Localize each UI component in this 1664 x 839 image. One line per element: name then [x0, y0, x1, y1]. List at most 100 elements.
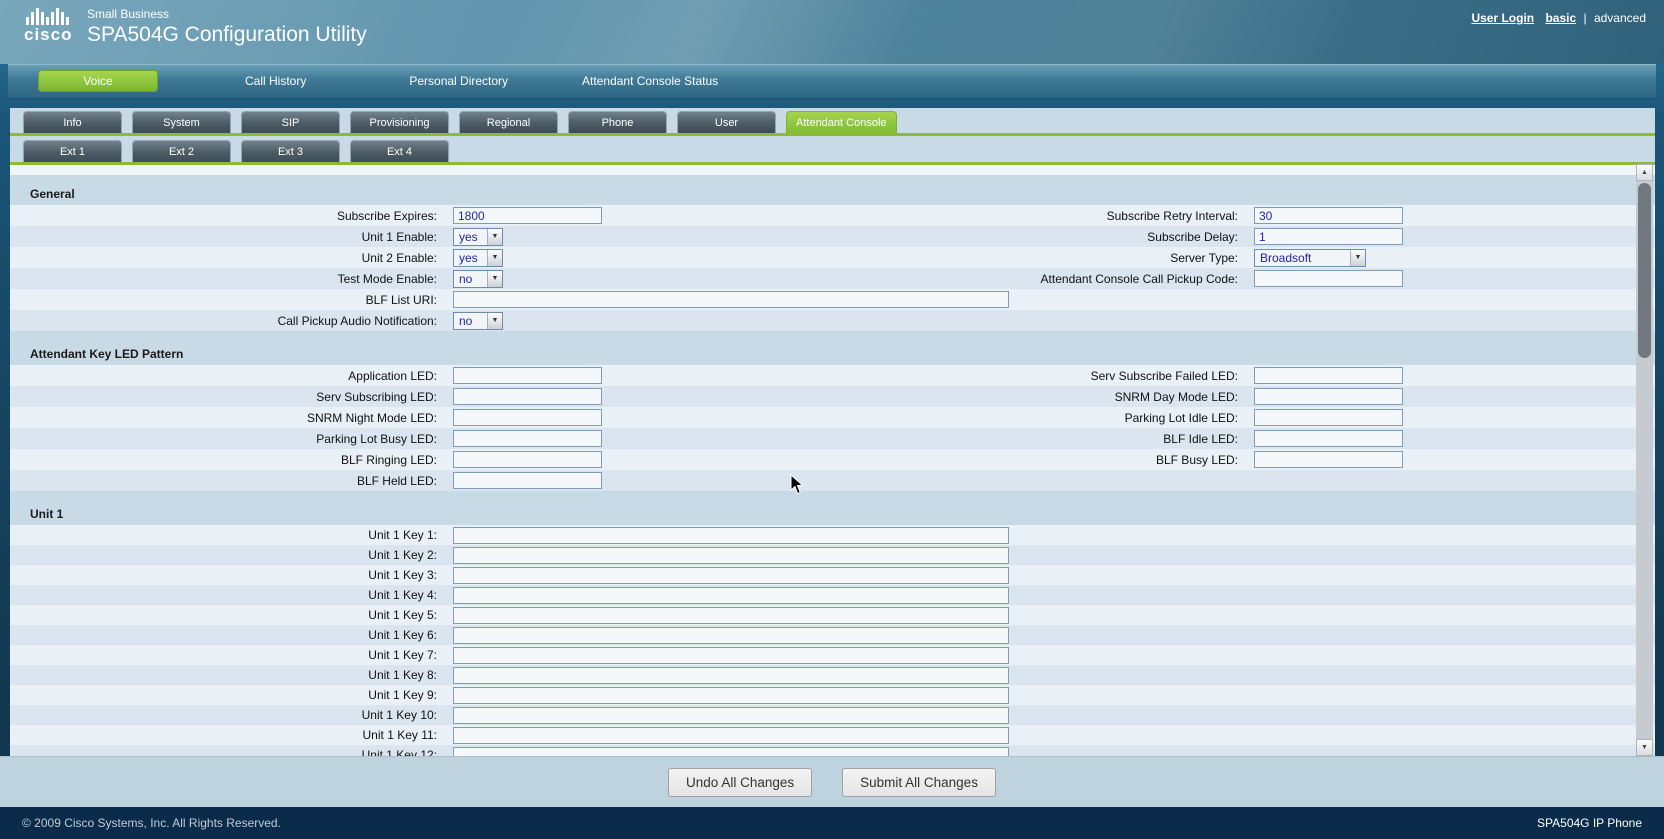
section-title-general: General: [10, 183, 1655, 205]
section-title-unit-1: Unit 1: [10, 503, 1655, 525]
unit-1-key-7-input[interactable]: [453, 647, 1009, 664]
field-row: Unit 1 Key 8:: [10, 665, 1655, 685]
parking-lot-busy-led-input[interactable]: [453, 430, 602, 447]
unit-1-key-3-input[interactable]: [453, 567, 1009, 584]
call-pickup-audio-notification-select[interactable]: no▼: [453, 312, 503, 330]
cisco-wordmark: cisco: [24, 25, 80, 45]
unit-1-key-9-input[interactable]: [453, 687, 1009, 704]
tab-ext-3[interactable]: Ext 3: [241, 140, 340, 162]
unit-1-key-6-input[interactable]: [453, 627, 1009, 644]
application-led-input[interactable]: [453, 367, 602, 384]
field-row: BLF Held LED:: [10, 470, 1655, 491]
call-pickup-audio-notification-selected-value: no: [454, 314, 487, 328]
unit-1-key-11-input[interactable]: [453, 727, 1009, 744]
unit-1-enable-select[interactable]: yes▼: [453, 228, 503, 246]
server-type-label: Server Type:: [1011, 251, 1246, 265]
basic-view-link[interactable]: basic: [1545, 11, 1576, 25]
unit-1-key-10-input[interactable]: [453, 707, 1009, 724]
field-row: Unit 1 Key 5:: [10, 605, 1655, 625]
blf-list-uri-input[interactable]: [453, 291, 1009, 308]
unit-1-key-5-input[interactable]: [453, 607, 1009, 624]
subscribe-expires-label: Subscribe Expires:: [10, 209, 445, 223]
application-led-label: Application LED:: [10, 369, 445, 383]
vertical-scrollbar[interactable]: ▲ ▼: [1636, 164, 1653, 756]
dropdown-arrow-icon[interactable]: ▼: [487, 271, 502, 287]
unit-1-key-2-input[interactable]: [453, 547, 1009, 564]
tab-attendant-console[interactable]: Attendant Console: [786, 111, 897, 133]
unit-1-key-12-input[interactable]: [453, 747, 1009, 757]
blf-ringing-led-label: BLF Ringing LED:: [10, 453, 445, 467]
unit-1-key-9-label: Unit 1 Key 9:: [10, 688, 445, 702]
scrollbar-thumb[interactable]: [1638, 183, 1651, 358]
unit-1-key-3-label: Unit 1 Key 3:: [10, 568, 445, 582]
field-row: Unit 1 Key 12:: [10, 745, 1655, 756]
unit-1-key-4-input[interactable]: [453, 587, 1009, 604]
blf-busy-led-input[interactable]: [1254, 451, 1403, 468]
tab-user[interactable]: User: [677, 111, 776, 133]
call-pickup-audio-notification-label: Call Pickup Audio Notification:: [10, 314, 445, 328]
blf-busy-led-label: BLF Busy LED:: [1011, 453, 1246, 467]
tab-system[interactable]: System: [132, 111, 231, 133]
submit-all-changes-button[interactable]: Submit All Changes: [842, 768, 996, 797]
dropdown-arrow-icon[interactable]: ▼: [487, 250, 502, 266]
unit-1-key-4-label: Unit 1 Key 4:: [10, 588, 445, 602]
subscribe-delay-input[interactable]: [1254, 228, 1403, 245]
unit-1-enable-label: Unit 1 Enable:: [10, 230, 445, 244]
cisco-logo: cisco: [24, 7, 80, 55]
subscribe-expires-input[interactable]: [453, 207, 602, 224]
unit-1-key-8-input[interactable]: [453, 667, 1009, 684]
tab-ext-1[interactable]: Ext 1: [23, 140, 122, 162]
server-type-selected-value: Broadsoft: [1255, 251, 1350, 265]
attendant-console-call-pickup-code-input[interactable]: [1254, 270, 1403, 287]
nav-item-personal-directory[interactable]: Personal Directory: [409, 74, 508, 88]
serv-subscribing-led-label: Serv Subscribing LED:: [10, 390, 445, 404]
unit-1-enable-selected-value: yes: [454, 230, 487, 244]
parking-lot-idle-led-input[interactable]: [1254, 409, 1403, 426]
field-row: Unit 1 Key 11:: [10, 725, 1655, 745]
snrm-night-mode-led-input[interactable]: [453, 409, 602, 426]
unit-1-key-2-label: Unit 1 Key 2:: [10, 548, 445, 562]
dropdown-arrow-icon[interactable]: ▼: [1350, 250, 1365, 266]
dropdown-arrow-icon[interactable]: ▼: [487, 229, 502, 245]
advanced-view-label[interactable]: advanced: [1594, 11, 1646, 25]
subscribe-retry-interval-input[interactable]: [1254, 207, 1403, 224]
undo-all-changes-button[interactable]: Undo All Changes: [668, 768, 812, 797]
nav-item-call-history[interactable]: Call History: [245, 74, 306, 88]
tab-phone[interactable]: Phone: [568, 111, 667, 133]
tab-ext-2[interactable]: Ext 2: [132, 140, 231, 162]
unit-1-key-1-label: Unit 1 Key 1:: [10, 528, 445, 542]
field-row: SNRM Night Mode LED:Parking Lot Idle LED…: [10, 407, 1655, 428]
snrm-day-mode-led-input[interactable]: [1254, 388, 1403, 405]
unit-1-key-1-input[interactable]: [453, 527, 1009, 544]
tab-info[interactable]: Info: [23, 111, 122, 133]
attendant-console-call-pickup-code-label: Attendant Console Call Pickup Code:: [1011, 272, 1246, 286]
tab-sip[interactable]: SIP: [241, 111, 340, 133]
blf-held-led-input[interactable]: [453, 472, 602, 489]
brand-text: Small Business SPA504G Configuration Uti…: [87, 7, 367, 48]
blf-idle-led-input[interactable]: [1254, 430, 1403, 447]
scroll-up-icon[interactable]: ▲: [1636, 164, 1653, 181]
serv-subscribing-led-input[interactable]: [453, 388, 602, 405]
blf-idle-led-label: BLF Idle LED:: [1011, 432, 1246, 446]
server-type-select[interactable]: Broadsoft▼: [1254, 249, 1366, 267]
unit-1-key-10-label: Unit 1 Key 10:: [10, 708, 445, 722]
settings-form: GeneralSubscribe Expires:Subscribe Retry…: [10, 175, 1655, 756]
tab-regional[interactable]: Regional: [459, 111, 558, 133]
serv-subscribe-failed-led-input[interactable]: [1254, 367, 1403, 384]
user-login-link[interactable]: User Login: [1471, 11, 1534, 25]
nav-item-attendant-console-status[interactable]: Attendant Console Status: [582, 74, 718, 88]
blf-ringing-led-input[interactable]: [453, 451, 602, 468]
field-row: Unit 1 Enable:yes▼Subscribe Delay:: [10, 226, 1655, 247]
field-row: Unit 1 Key 9:: [10, 685, 1655, 705]
nav-item-voice[interactable]: Voice: [38, 70, 158, 92]
tab-provisioning[interactable]: Provisioning: [350, 111, 449, 133]
field-row: Unit 2 Enable:yes▼Server Type:Broadsoft▼: [10, 247, 1655, 268]
test-mode-enable-select[interactable]: no▼: [453, 270, 503, 288]
unit-1-key-8-label: Unit 1 Key 8:: [10, 668, 445, 682]
unit-2-enable-select[interactable]: yes▼: [453, 249, 503, 267]
field-row: Unit 1 Key 2:: [10, 545, 1655, 565]
scroll-down-icon[interactable]: ▼: [1636, 739, 1653, 756]
tab-ext-4[interactable]: Ext 4: [350, 140, 449, 162]
field-row: Parking Lot Busy LED:BLF Idle LED:: [10, 428, 1655, 449]
dropdown-arrow-icon[interactable]: ▼: [487, 313, 502, 329]
